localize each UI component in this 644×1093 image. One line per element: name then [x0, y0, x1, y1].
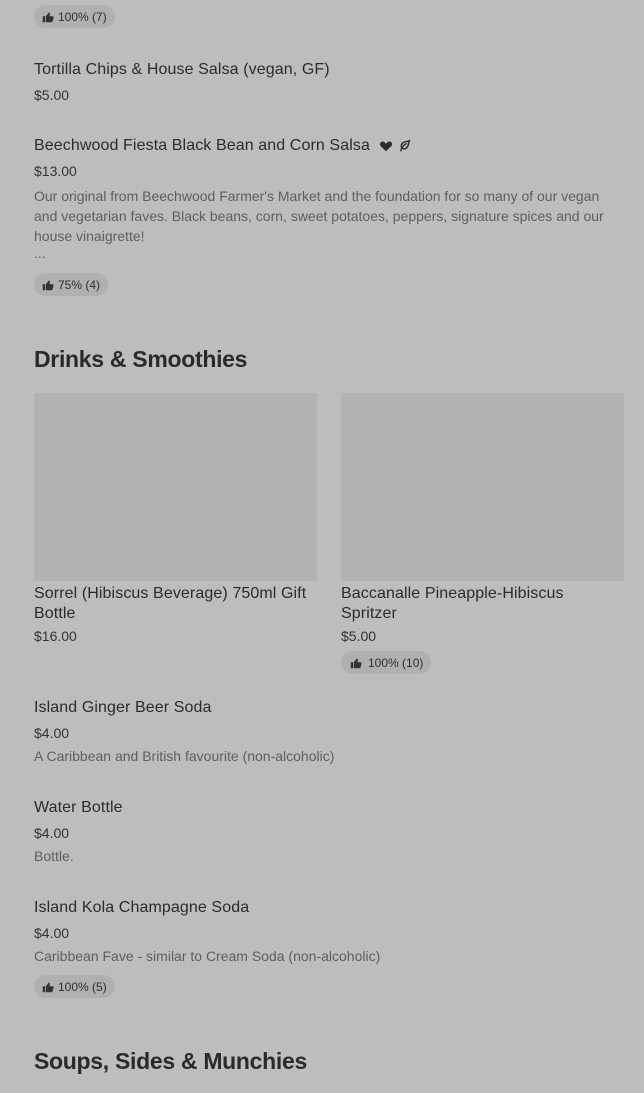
item-title: Tortilla Chips & House Salsa (vegan, GF) — [34, 61, 330, 78]
item-description: Our original from Beechwood Farmer's Mar… — [34, 188, 604, 244]
item-ellipsis: ... — [34, 245, 46, 261]
list-item[interactable]: Island Kola Champagne Soda $4.00 Caribbe… — [34, 898, 624, 966]
item-description: Caribbean Fave - similar to Cream Soda (… — [34, 948, 381, 964]
rating-label: 100% (7) — [58, 9, 107, 24]
item-description: A Caribbean and British favourite (non-a… — [34, 748, 335, 764]
list-item[interactable]: Beechwood Fiesta Black Bean and Corn Sal… — [34, 136, 624, 260]
item-price: $5.00 — [34, 87, 70, 103]
list-item[interactable]: Island Ginger Beer Soda $4.00 A Caribbea… — [34, 698, 624, 766]
item-price: $16.00 — [34, 628, 77, 644]
item-title: Water Bottle — [34, 799, 123, 816]
thumbs-up-icon — [42, 12, 54, 22]
thumbs-up-icon — [42, 280, 54, 290]
item-price: $5.00 — [341, 628, 377, 644]
card-item[interactable]: Baccanalle Pineapple-Hibiscus Spritzer $… — [341, 584, 624, 645]
rating-badge: 100% (7) — [34, 5, 115, 28]
item-price: $4.00 — [34, 825, 70, 841]
item-title: Island Ginger Beer Soda — [34, 699, 212, 716]
rating-badge: 100% (10) — [341, 651, 432, 674]
item-title-row: Beechwood Fiesta Black Bean and Corn Sal… — [34, 136, 624, 156]
item-image[interactable] — [341, 393, 624, 581]
section-title: Soups, Sides & Munchies — [34, 1048, 307, 1074]
item-title: Beechwood Fiesta Black Bean and Corn Sal… — [34, 137, 370, 154]
rating-badge: 75% (4) — [34, 273, 109, 296]
menu-page: 100% (7) Tortilla Chips & House Salsa (v… — [0, 0, 644, 1093]
vegan-leaf-icon — [399, 139, 411, 152]
thumbs-up-icon — [350, 658, 362, 668]
list-item[interactable]: Water Bottle $4.00 Bottle. — [34, 798, 624, 866]
item-price: $13.00 — [34, 163, 77, 179]
rating-label: 100% (5) — [58, 979, 107, 994]
section-title: Drinks & Smoothies — [34, 346, 248, 372]
heart-icon — [379, 141, 392, 152]
list-item[interactable]: Tortilla Chips & House Salsa (vegan, GF)… — [34, 60, 624, 104]
rating-badge: 100% (5) — [34, 975, 115, 998]
item-description: Bottle. — [34, 848, 74, 864]
item-title: Baccanalle Pineapple-Hibiscus Spritzer — [341, 585, 564, 622]
rating-label: 100% (10) — [368, 655, 424, 670]
thumbs-up-icon — [42, 982, 54, 992]
item-price: $4.00 — [34, 925, 70, 941]
item-price: $4.00 — [34, 725, 70, 741]
item-title: Island Kola Champagne Soda — [34, 899, 250, 916]
item-image[interactable] — [34, 393, 317, 581]
card-item[interactable]: Sorrel (Hibiscus Beverage) 750ml Gift Bo… — [34, 584, 324, 645]
rating-label: 75% (4) — [58, 277, 101, 292]
item-title: Sorrel (Hibiscus Beverage) 750ml Gift Bo… — [34, 585, 307, 622]
